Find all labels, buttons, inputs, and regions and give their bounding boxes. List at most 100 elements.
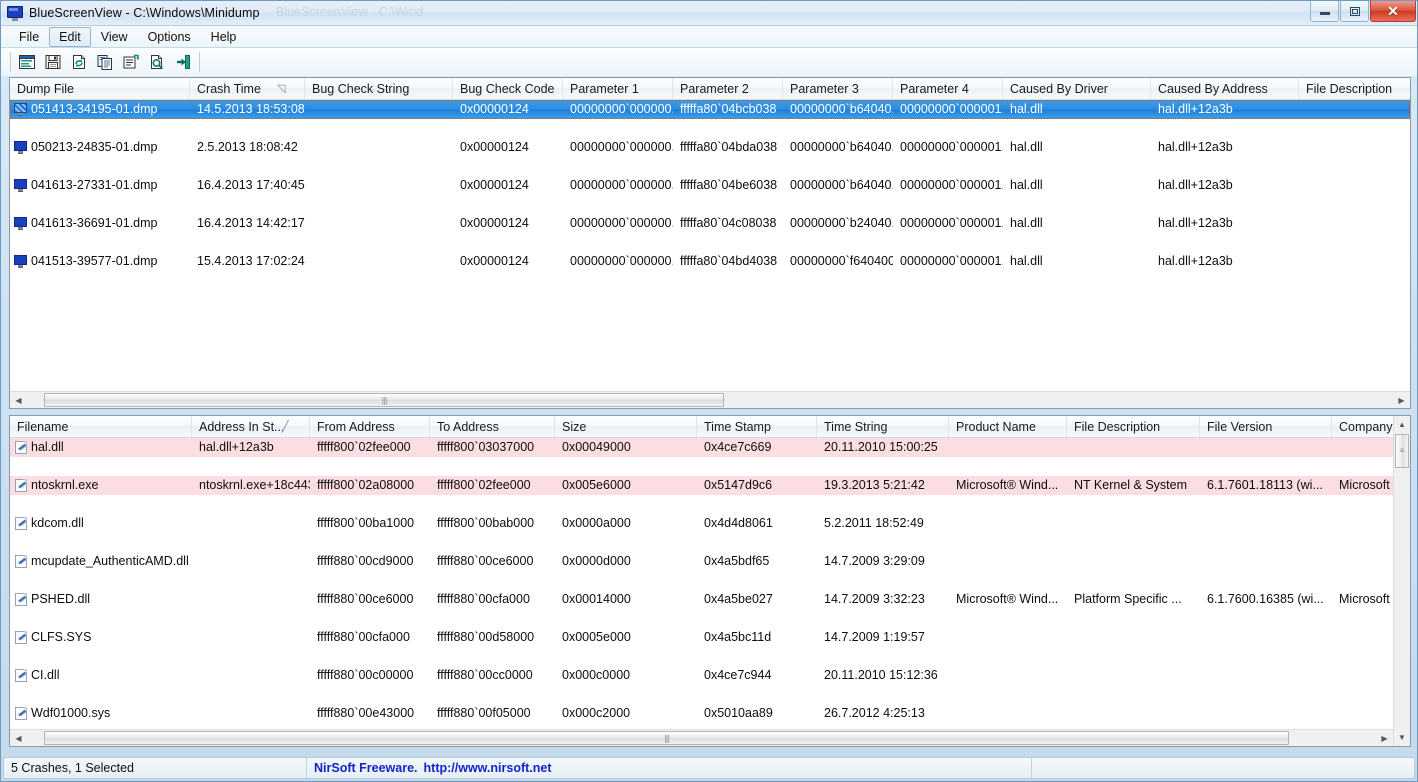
cell-caused_by_address: hal.dll+12a3b: [1158, 254, 1233, 268]
save-button[interactable]: [42, 51, 64, 73]
menu-options[interactable]: Options: [138, 27, 201, 47]
driver-hscroll-track[interactable]: |||: [27, 730, 1376, 746]
cell-caused_by_driver: hal.dll: [1010, 178, 1043, 192]
column-header-company[interactable]: Company: [1332, 416, 1393, 437]
cell-address_in_stack: ntoskrnl.exe+18c443: [199, 478, 310, 492]
table-row[interactable]: 051413-34195-01.dmp 14.5.2013 18:53:08 0x0…: [10, 100, 1410, 119]
table-row[interactable]: mcupdate_AuthenticAMD.dll fffff880`00cd90…: [10, 552, 1393, 571]
status-bar: 5 Crashes, 1 Selected NirSoft Freeware. …: [3, 757, 1415, 779]
scroll-up-icon[interactable]: ▲: [1394, 416, 1410, 433]
cell-parameter_2: fffffa80`04bda038: [680, 140, 778, 154]
column-header-file_description[interactable]: File Description: [1067, 416, 1200, 437]
column-header-time_string[interactable]: Time String: [817, 416, 949, 437]
table-row[interactable]: PSHED.dll fffff880`00ce6000 fffff880`00cfa…: [10, 590, 1410, 609]
properties-window-icon: [19, 55, 35, 69]
cell-to_address: fffff800`03037000: [437, 440, 535, 454]
cell-from_address: fffff800`02a08000: [317, 478, 415, 492]
column-header-parameter_1[interactable]: Parameter 1: [563, 78, 673, 99]
driver-list-vscrollbar[interactable]: ▲ ≡ ▼: [1393, 416, 1410, 746]
status-crash-count: 5 Crashes, 1 Selected: [4, 758, 307, 778]
table-row[interactable]: kdcom.dll fffff800`00ba1000 fffff800`00bab…: [10, 514, 1393, 533]
minimize-button[interactable]: [1310, 1, 1339, 22]
column-header-address_in_stack[interactable]: Address In St...: [192, 416, 310, 437]
cell-time_stamp: 0x4a5bc11d: [704, 630, 772, 644]
toolbar-separator-end: [199, 52, 200, 72]
cell-time_string: 19.3.2013 5:21:42: [824, 478, 925, 492]
bluescreenview-window: BlueScreenView - C:\Windows\Minidump Blu…: [0, 0, 1418, 782]
cell-caused_by_address: hal.dll+12a3b: [1158, 178, 1233, 192]
column-header-parameter_2[interactable]: Parameter 2: [673, 78, 783, 99]
column-header-bug_check_string[interactable]: Bug Check String: [305, 78, 453, 99]
cell-file_version: 6.1.7601.18113 (wi...: [1207, 478, 1323, 492]
menu-edit[interactable]: Edit: [49, 26, 91, 47]
cell-time_stamp: 0x5147d9c6: [704, 478, 773, 492]
scroll-left-icon[interactable]: ◀: [10, 730, 27, 746]
cell-caused_by_address: hal.dll+12a3b: [1158, 216, 1233, 230]
find-button[interactable]: [146, 51, 168, 73]
cell-time_string: 26.7.2012 4:25:13: [824, 706, 925, 720]
scroll-down-icon[interactable]: ▼: [1394, 729, 1410, 746]
driver-vscroll-thumb[interactable]: ≡: [1395, 434, 1409, 468]
table-row[interactable]: ntoskrnl.exe ntoskrnl.exe+18c443 fffff800`…: [10, 476, 1410, 495]
crash-hscroll-track[interactable]: |||: [27, 392, 1393, 408]
column-header-filename[interactable]: Filename: [10, 416, 192, 437]
cell-parameter_4: 00000000`000001...: [900, 140, 1003, 154]
column-header-crash_time[interactable]: Crash Time: [190, 78, 305, 99]
scroll-left-icon[interactable]: ◀: [10, 392, 27, 408]
refresh-button[interactable]: [68, 51, 90, 73]
cell-dump_file: 041613-36691-01.dmp: [31, 216, 158, 230]
table-row[interactable]: CLFS.SYS fffff880`00cfa000 fffff880`00d580…: [10, 628, 1393, 647]
column-header-from_address[interactable]: From Address: [310, 416, 430, 437]
table-row[interactable]: Wdf01000.sys fffff880`00e43000 fffff880`00…: [10, 704, 1393, 723]
driver-list-hscrollbar[interactable]: ◀ ||| ▶: [10, 729, 1393, 746]
column-header-dump_file[interactable]: Dump File: [10, 78, 190, 99]
menu-bar: File Edit View Options Help: [1, 26, 1417, 48]
scroll-right-icon[interactable]: ▶: [1376, 730, 1393, 746]
properties-button[interactable]: [120, 51, 142, 73]
column-header-file_description[interactable]: File Description: [1299, 78, 1410, 99]
column-header-parameter_3[interactable]: Parameter 3: [783, 78, 893, 99]
cell-caused_by_driver: hal.dll: [1010, 140, 1043, 154]
properties-window-button[interactable]: [16, 51, 38, 73]
table-row[interactable]: hal.dll hal.dll+12a3b fffff800`02fee000 fff…: [10, 438, 1393, 457]
cell-filename: CLFS.SYS: [31, 630, 92, 644]
table-row[interactable]: 041613-27331-01.dmp 16.4.2013 17:40:45 0x0…: [10, 176, 1410, 195]
cell-parameter_3: 00000000`f6404000: [790, 254, 893, 268]
column-header-bug_check_code[interactable]: Bug Check Code: [453, 78, 563, 99]
nirsoft-url-link[interactable]: http://www.nirsoft.net: [424, 761, 552, 775]
column-header-caused_by_address[interactable]: Caused By Address: [1151, 78, 1299, 99]
scroll-right-icon[interactable]: ▶: [1393, 392, 1410, 408]
cell-size: 0x00014000: [562, 592, 631, 606]
crash-hscroll-thumb[interactable]: |||: [44, 393, 724, 407]
cell-bug_check_code: 0x00000124: [460, 140, 529, 154]
properties-icon: [123, 54, 139, 69]
cell-to_address: fffff800`00bab000: [437, 516, 535, 530]
cell-file_description: Platform Specific ...: [1074, 592, 1182, 606]
exit-button[interactable]: [172, 51, 194, 73]
table-row[interactable]: CI.dll fffff880`00c00000 fffff880`00cc0000…: [10, 666, 1393, 685]
column-header-time_stamp[interactable]: Time Stamp: [697, 416, 817, 437]
column-header-file_version[interactable]: File Version: [1200, 416, 1332, 437]
driver-hscroll-thumb[interactable]: |||: [44, 731, 1289, 745]
cell-parameter_4: 00000000`000001...: [900, 102, 1003, 116]
cell-from_address: fffff880`00ce6000: [317, 592, 414, 606]
maximize-button[interactable]: [1340, 1, 1369, 22]
column-header-size[interactable]: Size: [555, 416, 697, 437]
column-header-parameter_4[interactable]: Parameter 4: [893, 78, 1003, 99]
crash-list-hscrollbar[interactable]: ◀ ||| ▶: [10, 391, 1410, 408]
copy-icon: [97, 55, 112, 70]
menu-file[interactable]: File: [9, 27, 49, 47]
ghost-title-artifact: BlueScreenView - C:\Wind: [276, 5, 424, 19]
menu-help[interactable]: Help: [201, 27, 247, 47]
table-row[interactable]: 041513-39577-01.dmp 15.4.2013 17:02:24 0x0…: [10, 252, 1410, 271]
cell-size: 0x00049000: [562, 440, 631, 454]
column-header-to_address[interactable]: To Address: [430, 416, 555, 437]
column-header-product_name[interactable]: Product Name: [949, 416, 1067, 437]
table-row[interactable]: 050213-24835-01.dmp 2.5.2013 18:08:42 0x00…: [10, 138, 1410, 157]
table-row[interactable]: 041613-36691-01.dmp 16.4.2013 14:42:17 0x0…: [10, 214, 1410, 233]
close-button[interactable]: ✕: [1370, 1, 1416, 22]
menu-view[interactable]: View: [91, 27, 138, 47]
cell-parameter_1: 00000000`000000...: [570, 140, 673, 154]
column-header-caused_by_driver[interactable]: Caused By Driver: [1003, 78, 1151, 99]
copy-button[interactable]: [94, 51, 116, 73]
